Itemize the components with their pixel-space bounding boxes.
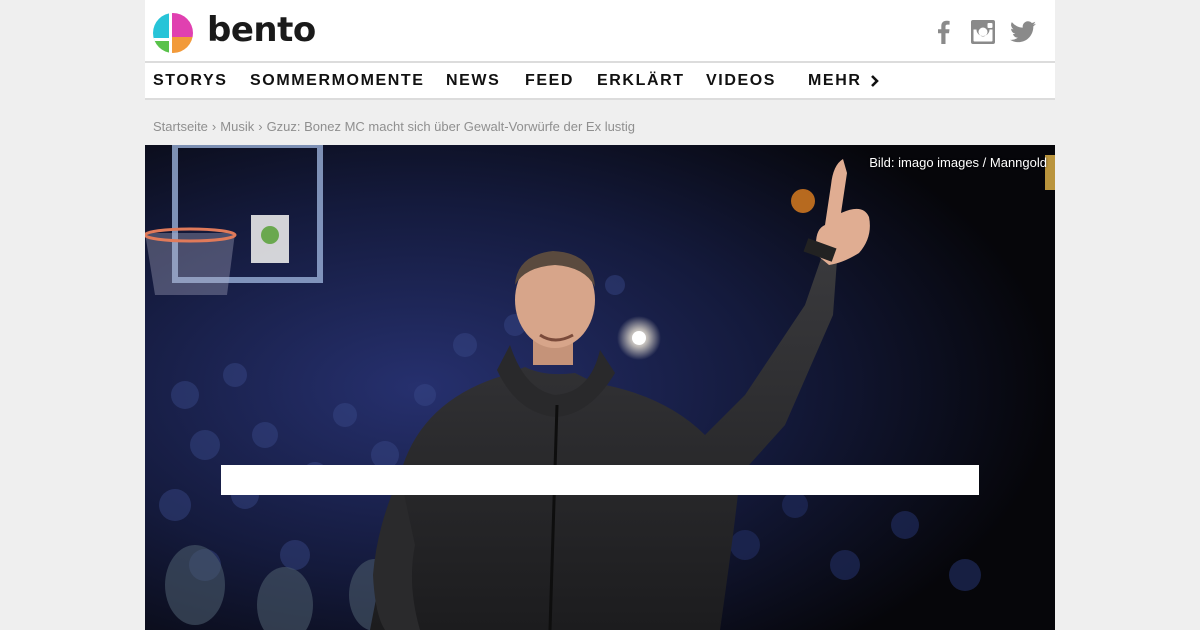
- breadcrumb-separator: ›: [258, 119, 263, 134]
- chevron-right-icon: [870, 75, 879, 87]
- nav-item-erklaert[interactable]: ERKLÄRT: [597, 72, 685, 90]
- nav-item-storys[interactable]: STORYS: [153, 72, 228, 90]
- breadcrumb: Startseite › Musik › Gzuz: Bonez MC macht si…: [153, 119, 635, 134]
- image-credit: Bild: imago images / Manngold: [869, 155, 1047, 170]
- bento-logo-icon[interactable]: [153, 13, 193, 53]
- brand-name[interactable]: bento: [207, 10, 316, 50]
- site-header: bento: [145, 0, 1055, 63]
- instagram-icon: [971, 20, 995, 44]
- hero-image[interactable]: Bild: imago images / Manngold: [145, 145, 1055, 630]
- nav-item-sommermomente[interactable]: SOMMERMOMENTE: [250, 72, 425, 90]
- breadcrumb-current: Gzuz: Bonez MC macht sich über Gewalt-Vo…: [266, 119, 636, 134]
- page: bento STORYS SOMMERMOMENTE NEWS FEED ERK…: [145, 0, 1055, 630]
- facebook-link[interactable]: [929, 18, 957, 46]
- article-card: [221, 465, 979, 495]
- nav-item-more[interactable]: MEHR: [808, 72, 879, 90]
- main-nav: STORYS SOMMERMOMENTE NEWS FEED ERKLÄRT V…: [145, 63, 1055, 100]
- nav-item-news[interactable]: NEWS: [446, 72, 500, 90]
- twitter-link[interactable]: [1009, 18, 1037, 46]
- facebook-icon: [938, 20, 950, 44]
- hero-photo: [145, 145, 1055, 630]
- nav-item-feed[interactable]: FEED: [525, 72, 574, 90]
- nav-more-label: MEHR: [808, 72, 862, 89]
- instagram-link[interactable]: [969, 18, 997, 46]
- breadcrumb-section[interactable]: Musik: [220, 119, 254, 134]
- breadcrumb-separator: ›: [211, 119, 217, 134]
- breadcrumb-home[interactable]: Startseite: [153, 119, 208, 134]
- nav-item-videos[interactable]: VIDEOS: [706, 72, 776, 90]
- twitter-icon: [1010, 21, 1036, 43]
